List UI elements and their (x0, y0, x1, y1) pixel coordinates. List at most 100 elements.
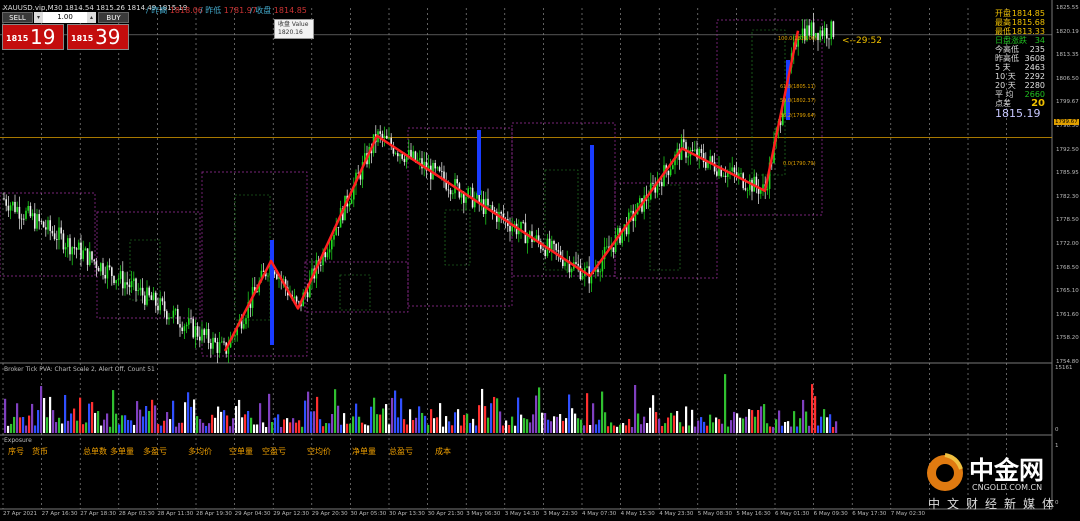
candle-body (808, 25, 810, 36)
stat-value: 2280 (1024, 81, 1045, 90)
tooltip-label: 收盘 Value (278, 21, 309, 28)
volume-bar (265, 426, 268, 433)
lot-decrease-icon[interactable]: ▾ (34, 12, 43, 23)
candle-body (438, 167, 441, 172)
candle-body (196, 326, 199, 337)
candle-body (192, 318, 194, 338)
volume-bar (523, 418, 526, 433)
price-line-label: 1799.67 (1054, 119, 1079, 125)
volume-bar (331, 414, 334, 433)
volume-bar (247, 410, 250, 433)
volume-bar (112, 390, 115, 433)
volume-bar (166, 412, 169, 433)
volume-bar (478, 405, 481, 433)
volume-bar (436, 417, 439, 433)
candle-body (823, 27, 826, 36)
candle-body (73, 247, 76, 249)
volume-bar (466, 413, 469, 433)
volume-bar (202, 422, 205, 433)
candle-body (436, 167, 439, 169)
fib-level-label: 0.0(1790.79) (783, 161, 816, 167)
candle-body (491, 205, 494, 211)
volume-bar (604, 412, 607, 433)
lot-size-field[interactable]: ▾ 1.00 ▴ (34, 12, 96, 23)
time-tick-label: 3 May 06:30 (466, 511, 501, 517)
price-chart-canvas[interactable] (0, 0, 1080, 521)
volume-bar (133, 424, 136, 433)
candle-body (667, 170, 670, 176)
sell-price-box[interactable]: 1815 19 (2, 24, 64, 50)
stat-row: 日盘涨跌 34 (995, 36, 1045, 45)
price-tick-label: 1806.50 (1056, 75, 1079, 82)
stat-label: 最高 (995, 18, 1011, 27)
sell-button[interactable]: SELL (2, 12, 33, 23)
volume-bar (664, 423, 667, 433)
candle-body (731, 167, 733, 172)
volume-bar (118, 424, 121, 433)
candle-body (306, 292, 309, 298)
candle-body (617, 228, 619, 236)
candle-body (412, 151, 414, 159)
price-tick-label: 1785.95 (1056, 170, 1079, 177)
volume-bar (427, 424, 430, 433)
candle-body (221, 341, 223, 343)
price-tick-label: 1799.67 (1056, 99, 1079, 106)
volume-bar (79, 397, 82, 433)
time-tick-label: 30 Apr 13:30 (389, 511, 425, 517)
volume-bar (742, 418, 745, 433)
exposure-panel-label: Exposure (4, 437, 32, 444)
session-range-box (201, 171, 308, 357)
candle-body (214, 337, 216, 343)
volume-bar (97, 411, 100, 433)
volume-bar (778, 410, 781, 433)
volume-bar (289, 422, 292, 433)
candle-body (194, 326, 197, 338)
volume-bar (592, 403, 595, 433)
buy-price-box[interactable]: 1815 39 (67, 24, 129, 50)
candle-body (606, 246, 608, 248)
time-tick-label: 4 May 07:30 (582, 511, 617, 517)
time-tick-label: 4 May 23:30 (659, 511, 694, 517)
candle-body (69, 238, 71, 255)
candle-body (394, 153, 397, 155)
volume-bar (622, 422, 625, 433)
volume-bar (499, 411, 502, 433)
volume-bar (346, 423, 349, 433)
time-tick-label: 27 Apr 18:30 (80, 511, 117, 517)
session-inner-box (339, 274, 371, 311)
time-tick-label: 28 Apr 03:30 (118, 511, 155, 517)
volume-bar (373, 397, 376, 433)
volume-bar (391, 397, 394, 433)
candle-body (97, 267, 100, 272)
lot-increase-icon[interactable]: ▴ (87, 12, 96, 23)
candle-body (115, 280, 117, 284)
bar-countdown: <--29:52 (842, 36, 882, 46)
volume-bar (121, 415, 124, 433)
candle-body (29, 205, 32, 217)
volume-bar (589, 424, 592, 433)
volume-bar (238, 399, 241, 433)
volume-bar (43, 398, 46, 433)
stat-label: 10 天 (995, 72, 1016, 81)
fib-level-label: 50.0(1802.37) (780, 98, 816, 104)
volume-axis-max: 15161 (1055, 365, 1073, 371)
spike-bar (477, 130, 481, 195)
candle-body (489, 205, 491, 207)
volume-bar (208, 423, 211, 433)
volume-bar (712, 422, 715, 433)
buy-button[interactable]: BUY (98, 12, 129, 23)
volume-bar (598, 419, 601, 433)
candle-body (38, 214, 40, 222)
lot-size-value[interactable]: 1.00 (57, 13, 73, 21)
exposure-header: 多均价 (188, 447, 212, 456)
time-tick-label: 30 Apr 05:30 (350, 511, 387, 517)
exposure-header: 空单量 (229, 447, 253, 456)
exposure-header: 序号 (8, 447, 24, 456)
volume-bar (565, 418, 568, 433)
volume-bar (46, 417, 49, 433)
ohlc-high: 1815.26 (96, 4, 125, 12)
volume-bar (280, 426, 283, 433)
volume-bar (301, 426, 304, 433)
price-tick-label: 1765.10 (1056, 288, 1079, 295)
candle-body (124, 282, 126, 289)
